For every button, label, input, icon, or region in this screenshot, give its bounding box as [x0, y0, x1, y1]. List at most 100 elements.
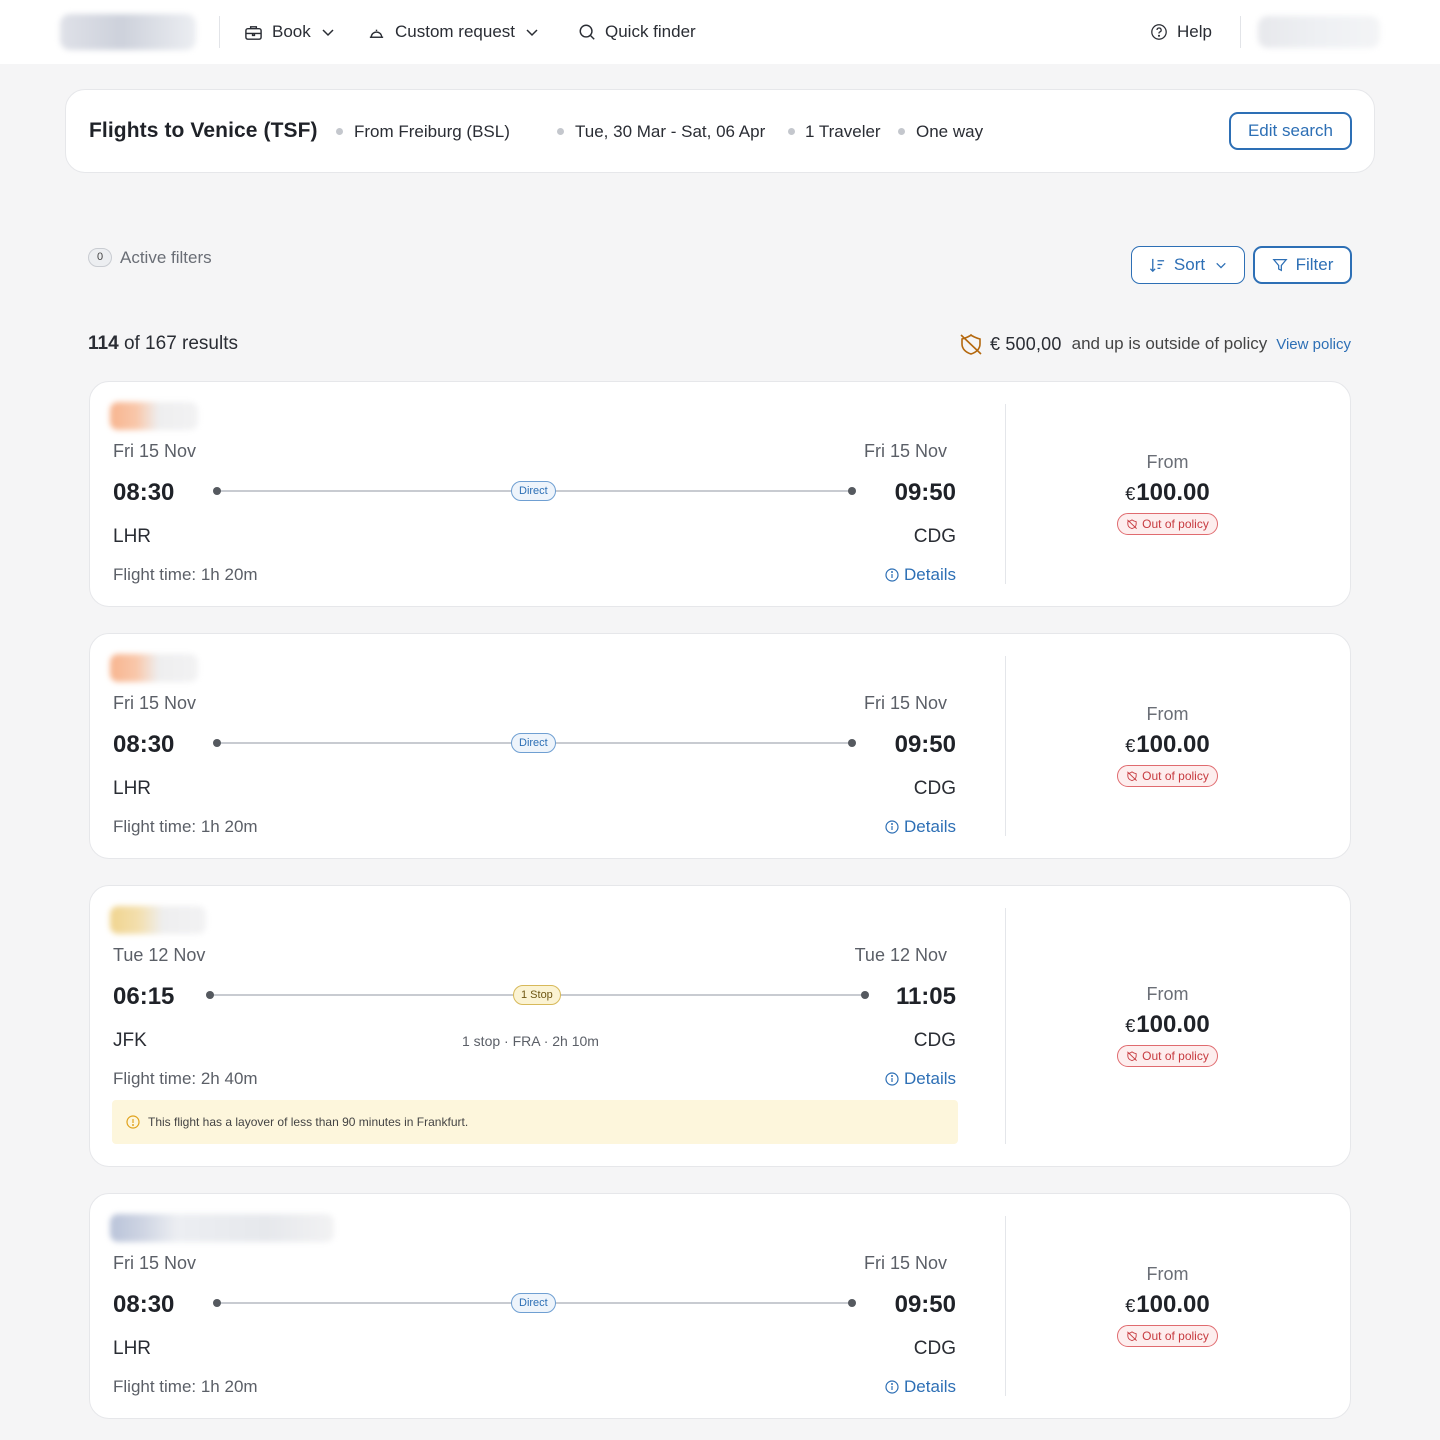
- departure-date: Fri 15 Nov: [113, 441, 197, 461]
- price-from-label: From: [1146, 704, 1189, 724]
- out-of-policy-badge: Out of policy: [1117, 765, 1218, 787]
- price-from-label: From: [1146, 1264, 1189, 1284]
- airline-logo: [110, 654, 198, 682]
- flight-details-link[interactable]: Details: [885, 565, 956, 585]
- arrival-date: Fri 15 Nov: [863, 693, 947, 713]
- nav-help-label: Help: [1177, 22, 1212, 41]
- search-origin: From Freiburg (BSL): [354, 122, 510, 141]
- flight-duration: Flight time: 1h 20m: [113, 1377, 258, 1396]
- departure-airport-code: LHR: [113, 526, 152, 547]
- info-icon: [885, 820, 899, 834]
- results-shown: 114: [88, 333, 119, 354]
- out-of-policy-label: Out of policy: [1142, 1049, 1209, 1063]
- nav-divider: [1240, 16, 1241, 48]
- info-icon: [885, 1380, 899, 1394]
- search-trip-type: One way: [916, 122, 984, 141]
- departure-date: Fri 15 Nov: [113, 1253, 197, 1273]
- nav-quick-finder[interactable]: Quick finder: [578, 20, 706, 44]
- flight-details-link[interactable]: Details: [885, 1377, 956, 1397]
- arrival-time: 09:50: [894, 479, 956, 506]
- nav-quick-finder-label: Quick finder: [605, 22, 696, 41]
- flight-duration: Flight time: 1h 20m: [113, 565, 258, 584]
- flight-result-card[interactable]: Fri 15 Nov Fri 15 Nov 08:30 09:50 Direct…: [89, 633, 1351, 859]
- arrival-time: 11:05: [895, 983, 956, 1010]
- price-block[interactable]: From €100.00 Out of policy: [1100, 704, 1235, 787]
- currency-symbol: €: [1125, 484, 1136, 504]
- sort-label: Sort: [1173, 255, 1206, 274]
- arrival-airport-code: CDG: [913, 1338, 956, 1359]
- policy-threshold-amount: € 500,00: [989, 333, 1062, 354]
- details-label: Details: [904, 1069, 956, 1088]
- flight-result-card[interactable]: Tue 12 Nov Tue 12 Nov 06:15 11:05 1 Stop…: [89, 885, 1351, 1167]
- nav-book-menu[interactable]: Book: [244, 20, 335, 44]
- stops-badge: Direct: [511, 481, 556, 501]
- chevron-down-icon: [1216, 262, 1226, 269]
- nav-custom-request-menu[interactable]: Custom request: [367, 20, 539, 44]
- flight-duration: Flight time: 1h 20m: [113, 817, 258, 836]
- view-policy-link[interactable]: View policy: [1276, 336, 1351, 353]
- warning-icon: [126, 1115, 140, 1129]
- currency-symbol: €: [1125, 736, 1136, 756]
- departure-time: 08:30: [113, 479, 175, 506]
- price-block[interactable]: From €100.00 Out of policy: [1100, 1264, 1235, 1347]
- departure-time: 08:30: [113, 1291, 175, 1318]
- airline-logo: [110, 402, 198, 430]
- policy-shield-off-icon: [1127, 519, 1138, 530]
- card-divider: [1005, 404, 1006, 584]
- sort-icon: [1149, 258, 1165, 272]
- help-circle-icon: [1151, 24, 1167, 40]
- filter-button[interactable]: Filter: [1253, 246, 1352, 284]
- results-count: 114 of 167 results: [88, 333, 238, 355]
- top-navigation: Book Custom request Quick finder Help: [0, 0, 1440, 64]
- route-end-dot: [848, 487, 856, 495]
- arrival-time: 09:50: [894, 1291, 956, 1318]
- separator-dot: [788, 128, 795, 135]
- out-of-policy-label: Out of policy: [1142, 1329, 1209, 1343]
- layover-warning-banner: This flight has a layover of less than 9…: [112, 1100, 958, 1144]
- policy-shield-off-icon: [960, 333, 982, 355]
- departure-time: 06:15: [113, 983, 175, 1010]
- sort-button[interactable]: Sort: [1131, 246, 1245, 284]
- price-value: €100.00: [1100, 731, 1235, 759]
- funnel-icon: [1272, 259, 1288, 272]
- price-from-label: From: [1146, 452, 1189, 472]
- price-block[interactable]: From €100.00 Out of policy: [1100, 452, 1235, 535]
- details-label: Details: [904, 817, 956, 836]
- airline-logo: [110, 906, 206, 934]
- filter-label: Filter: [1295, 255, 1334, 274]
- flight-details-link[interactable]: Details: [885, 817, 956, 837]
- separator-dot: [898, 128, 905, 135]
- search-destination-title: Flights to Venice (TSF): [89, 119, 318, 142]
- active-filters-label[interactable]: Active filters: [120, 248, 212, 268]
- price-amount: 100.00: [1136, 1011, 1210, 1038]
- nav-help[interactable]: Help: [1150, 20, 1222, 44]
- out-of-policy-badge: Out of policy: [1117, 513, 1218, 535]
- flight-duration: Flight time: 2h 40m: [113, 1069, 258, 1088]
- edit-search-button[interactable]: Edit search: [1229, 112, 1352, 150]
- company-logo[interactable]: [60, 14, 196, 50]
- flight-result-card[interactable]: Fri 15 Nov Fri 15 Nov 08:30 09:50 Direct…: [89, 1193, 1351, 1419]
- flight-details-link[interactable]: Details: [885, 1069, 956, 1089]
- nav-custom-request-label: Custom request: [395, 22, 515, 41]
- departure-time: 08:30: [113, 731, 175, 758]
- route-end-dot: [848, 739, 856, 747]
- currency-symbol: €: [1125, 1296, 1136, 1316]
- policy-shield-off-icon: [1127, 1331, 1138, 1342]
- price-amount: 100.00: [1136, 731, 1210, 758]
- departure-airport-code: JFK: [113, 1030, 147, 1051]
- nav-book-label: Book: [272, 22, 311, 41]
- flight-result-card[interactable]: Fri 15 Nov Fri 15 Nov 08:30 09:50 Direct…: [89, 381, 1351, 607]
- search-icon: [579, 24, 595, 40]
- policy-notice: € 500,00 and up is outside of policy Vie…: [958, 333, 1351, 355]
- policy-shield-off-icon: [1127, 771, 1138, 782]
- route-end-dot: [848, 1299, 856, 1307]
- user-account-menu[interactable]: [1258, 16, 1380, 48]
- departure-airport-code: LHR: [113, 1338, 152, 1359]
- card-divider: [1005, 908, 1006, 1144]
- search-dates: Tue, 30 Mar - Sat, 06 Apr: [575, 122, 766, 141]
- price-block[interactable]: From €100.00 Out of policy: [1100, 984, 1235, 1067]
- info-icon: [885, 1072, 899, 1086]
- briefcase-icon: [245, 25, 262, 40]
- arrival-date: Fri 15 Nov: [863, 441, 947, 461]
- arrival-airport-code: CDG: [913, 526, 956, 547]
